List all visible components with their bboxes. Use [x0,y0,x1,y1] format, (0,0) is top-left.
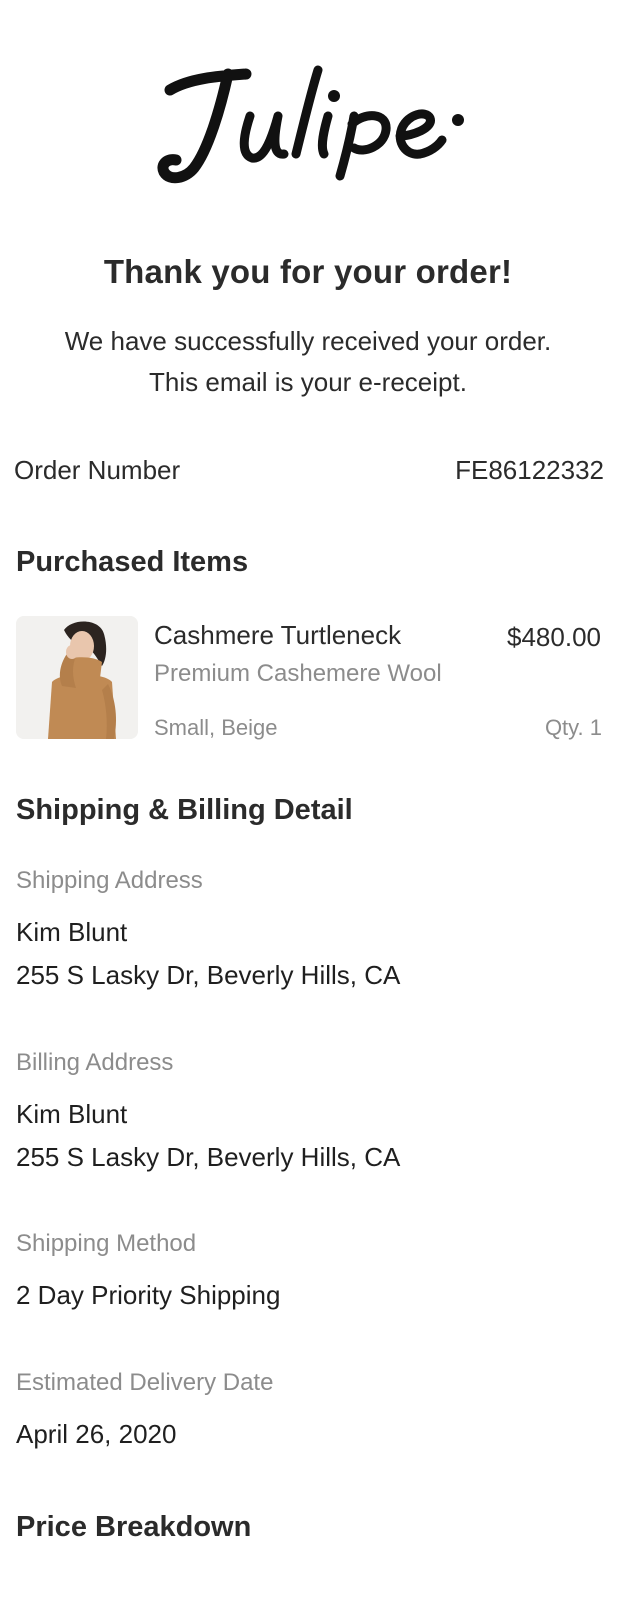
model-turtleneck-image [16,616,138,739]
order-number-label: Order Number [14,455,181,485]
order-number-value: FE86122332 [455,455,604,485]
confirmation-message: We have successfully received your order… [0,321,616,403]
delivery-date-value: April 26, 2020 [16,1419,177,1449]
item-price: $480.00 [507,622,601,652]
thank-you-heading: Thank you for your order! [103,253,513,290]
order-number-row: Order Number FE86122332 [14,455,604,486]
shipping-method-label: Shipping Method [16,1230,197,1257]
list-item[interactable]: Cashmere Turtleneck $480.00 Premium Cash… [16,616,604,740]
shipping-address: Kim Blunt 255 S Lasky Dr, Beverly Hills,… [16,911,400,997]
brand-logo [150,50,490,200]
purchased-items-heading: Purchased Items [16,546,249,578]
item-name: Cashmere Turtleneck [154,620,402,650]
shipping-address-label: Shipping Address [16,867,203,894]
confirmation-line-1: We have successfully received your order… [64,326,552,356]
billing-address-label: Billing Address [16,1049,174,1076]
shipping-billing-heading: Shipping & Billing Detail [16,794,353,826]
product-image [16,616,138,739]
julipe-logo-mark [157,65,464,184]
billing-address-name: Kim Blunt [16,1099,128,1129]
shipping-method-value: 2 Day Priority Shipping [16,1280,281,1310]
shipping-address-street: 255 S Lasky Dr, Beverly Hills, CA [16,960,401,990]
delivery-date-label: Estimated Delivery Date [16,1369,274,1396]
confirmation-line-2: This email is your e-receipt. [149,367,467,397]
billing-address-street: 255 S Lasky Dr, Beverly Hills, CA [16,1142,401,1172]
item-variant: Small, Beige [154,715,278,740]
billing-address: Kim Blunt 255 S Lasky Dr, Beverly Hills,… [16,1093,400,1179]
item-quantity: Qty. 1 [544,715,602,740]
item-description: Premium Cashemere Wool [154,660,442,687]
shipping-address-name: Kim Blunt [16,917,128,947]
price-breakdown-heading: Price Breakdown [16,1511,252,1543]
